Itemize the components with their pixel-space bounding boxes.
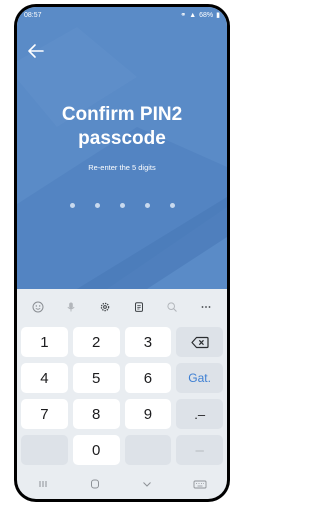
mic-icon[interactable] <box>60 296 82 318</box>
minus-key[interactable]: – <box>176 435 223 465</box>
battery-icon: ▮ <box>216 12 220 19</box>
backspace-icon <box>191 336 209 348</box>
screen: 08:57 ⚭ ▲ 68% ▮ Confirm PIN2 passcode Re… <box>17 7 227 499</box>
pin-dot <box>94 203 100 208</box>
hide-keyboard-icon[interactable] <box>141 479 153 489</box>
pin-dot <box>119 203 125 208</box>
key-1[interactable]: 1 <box>21 327 68 357</box>
empty-key <box>21 435 68 465</box>
recent-apps-icon[interactable] <box>37 479 49 489</box>
go-key[interactable]: Gat. <box>176 363 223 393</box>
punctuation-key[interactable]: .– <box>176 399 223 429</box>
phone-frame: 08:57 ⚭ ▲ 68% ▮ Confirm PIN2 passcode Re… <box>14 4 230 502</box>
pin-dot <box>69 203 75 208</box>
pin-dots <box>17 203 227 208</box>
link-icon: ⚭ <box>180 12 187 19</box>
key-8[interactable]: 8 <box>72 399 120 429</box>
key-4[interactable]: 4 <box>21 363 68 393</box>
signal-icon: ▲ <box>189 11 197 19</box>
backspace-key[interactable] <box>176 327 223 357</box>
search-icon[interactable] <box>161 296 183 318</box>
more-icon[interactable] <box>195 296 217 318</box>
hero-panel: 08:57 ⚭ ▲ 68% ▮ Confirm PIN2 passcode Re… <box>17 7 227 289</box>
status-icons: ⚭ ▲ 68% ▮ <box>180 11 220 20</box>
key-3[interactable]: 3 <box>124 327 172 357</box>
back-arrow-icon[interactable] <box>27 42 45 60</box>
title-line-1: Confirm PIN2 <box>61 104 183 125</box>
title-line-2: passcode <box>78 128 166 149</box>
status-bar: 08:57 ⚭ ▲ 68% ▮ <box>17 7 227 23</box>
battery-percent: 68% <box>199 11 214 19</box>
settings-icon[interactable] <box>94 296 116 318</box>
navigation-bar <box>17 469 227 499</box>
home-icon[interactable] <box>89 479 101 489</box>
page-subtitle: Re-enter the 5 digits <box>88 163 156 172</box>
pin-dot <box>144 203 150 208</box>
clipboard-icon[interactable] <box>128 296 150 318</box>
status-time: 08:57 <box>24 11 42 19</box>
pin-dot <box>169 203 175 208</box>
keyboard-toolbar <box>17 289 227 325</box>
key-5[interactable]: 5 <box>72 363 120 393</box>
emoji-icon[interactable] <box>27 296 49 318</box>
key-0[interactable]: 0 <box>72 435 120 465</box>
keyboard-switch-icon[interactable] <box>193 479 207 489</box>
empty-key <box>124 435 172 465</box>
key-7[interactable]: 7 <box>21 399 68 429</box>
key-6[interactable]: 6 <box>124 363 172 393</box>
numeric-keypad: 1 2 3 4 5 6 Gat. 7 8 9 .– 0 – <box>21 327 223 465</box>
key-9[interactable]: 9 <box>124 399 172 429</box>
page-title: Confirm PIN2 passcode <box>17 103 227 151</box>
key-2[interactable]: 2 <box>72 327 120 357</box>
